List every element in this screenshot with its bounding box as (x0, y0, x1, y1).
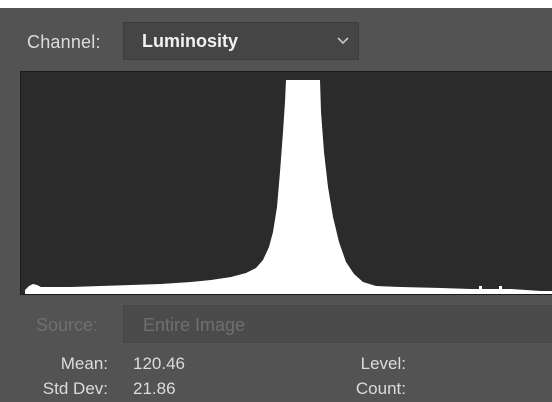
histogram-panel: Channel: Luminosity Source: Entire Image… (0, 0, 552, 402)
channel-dropdown[interactable]: Luminosity (123, 22, 359, 60)
source-dropdown-value: Entire Image (143, 315, 246, 335)
top-border (0, 0, 552, 8)
histogram-svg (25, 80, 552, 294)
mean-label: Mean: (60, 354, 108, 373)
histogram-fill (25, 80, 552, 294)
channel-label: Channel: (27, 32, 101, 52)
mean-value: 120.46 (133, 354, 185, 373)
chevron-down-icon (336, 34, 350, 48)
stddev-value: 21.86 (133, 379, 176, 398)
level-label: Level: (360, 354, 406, 373)
count-label: Count: (355, 379, 406, 398)
source-dropdown[interactable]: Entire Image (123, 305, 552, 343)
stddev-label: Std Dev: (42, 379, 108, 398)
channel-dropdown-value: Luminosity (142, 31, 239, 51)
histogram-graph (20, 71, 552, 295)
histogram-fleck (479, 286, 482, 289)
histogram-fleck (499, 286, 502, 289)
source-label: Source: (36, 315, 99, 335)
